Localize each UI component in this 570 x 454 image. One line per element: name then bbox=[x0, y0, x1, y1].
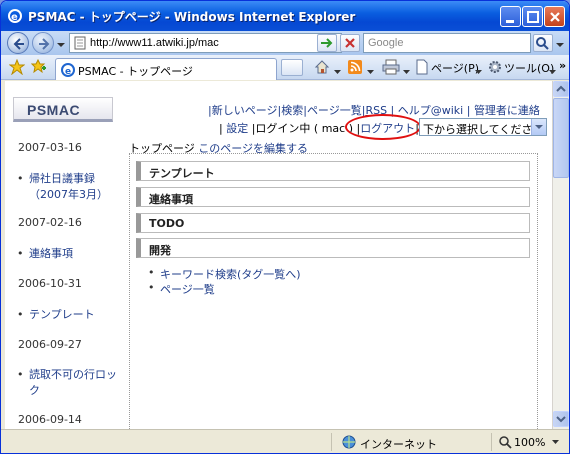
section-title: テンプレート bbox=[149, 167, 215, 180]
section-header[interactable]: 開発 bbox=[136, 238, 530, 258]
address-url[interactable]: http://www11.atwiki.jp/mac bbox=[90, 37, 219, 49]
page-menu[interactable]: ページ(P) bbox=[431, 60, 479, 76]
command-bar: e PSMAC - トップページ ページ(P) ツール(O) » bbox=[1, 55, 569, 80]
sidebar-date: 2006-09-27 bbox=[18, 338, 82, 351]
stop-button[interactable] bbox=[340, 34, 360, 52]
print-icon[interactable] bbox=[382, 59, 400, 78]
zone-status: インターネット bbox=[331, 433, 491, 451]
window-title: PSMAC - トップページ - Windows Internet Explor… bbox=[28, 10, 356, 24]
status-bar: インターネット 100% bbox=[1, 429, 569, 453]
select-chevron-down-icon[interactable] bbox=[531, 119, 546, 135]
ie-icon: e bbox=[7, 8, 23, 24]
home-dropdown-icon[interactable] bbox=[334, 65, 341, 78]
minimize-button[interactable] bbox=[500, 6, 521, 27]
page-icon bbox=[74, 36, 86, 50]
sidebar-date: 2007-03-16 bbox=[18, 141, 82, 154]
sidebar-date: 2007-02-16 bbox=[18, 216, 82, 229]
search-placeholder: Google bbox=[368, 37, 404, 49]
sidebar-date: 2006-10-31 bbox=[18, 277, 82, 290]
scroll-thumb[interactable] bbox=[553, 98, 569, 178]
nav-help[interactable]: ヘルプ@wiki bbox=[398, 104, 463, 117]
tools-gear-icon[interactable] bbox=[487, 59, 503, 78]
tab-page-icon: e bbox=[61, 63, 75, 77]
sidebar-link[interactable]: テンプレート bbox=[17, 307, 95, 323]
sidebar-link[interactable]: 帰社日議事録（2007年3月） bbox=[17, 171, 117, 203]
section-header[interactable]: 連絡事項 bbox=[136, 187, 530, 207]
vertical-scrollbar[interactable] bbox=[552, 81, 569, 429]
zoom-control[interactable]: 100% bbox=[491, 433, 567, 451]
zoom-icon bbox=[499, 436, 512, 449]
svg-text:e: e bbox=[11, 12, 18, 23]
scroll-down-button[interactable] bbox=[553, 411, 569, 427]
browser-tab[interactable]: e PSMAC - トップページ bbox=[55, 58, 277, 80]
search-input[interactable]: Google bbox=[363, 33, 531, 53]
globe-icon bbox=[342, 435, 356, 449]
maximize-button[interactable] bbox=[522, 6, 543, 27]
page-viewport: PSMAC |新しいページ|検索|ページ一覧|RSS | ヘルプ@wiki | … bbox=[5, 81, 552, 429]
search-button[interactable] bbox=[533, 34, 553, 52]
zoom-dropdown-icon[interactable] bbox=[552, 440, 559, 445]
tools-menu[interactable]: ツール(O) bbox=[504, 60, 554, 76]
site-logo-text: PSMAC bbox=[27, 102, 81, 118]
zoom-level: 100% bbox=[514, 436, 546, 449]
svg-text:e: e bbox=[65, 67, 71, 77]
dev-link[interactable]: キーワード検索(タグ一覧へ) bbox=[148, 266, 301, 282]
settings-link[interactable]: 設定 bbox=[226, 122, 248, 135]
dev-link[interactable]: ページ一覧 bbox=[148, 281, 215, 297]
print-dropdown-icon[interactable] bbox=[403, 65, 410, 78]
section-title: TODO bbox=[149, 217, 185, 230]
scroll-up-button[interactable] bbox=[553, 81, 569, 97]
forward-button[interactable] bbox=[32, 32, 54, 54]
page-menu-dropdown-icon[interactable] bbox=[475, 65, 482, 78]
page-menu-icon[interactable] bbox=[415, 59, 429, 78]
new-tab-button[interactable] bbox=[281, 59, 303, 76]
zone-text: インターネット bbox=[360, 438, 437, 451]
rss-dropdown-icon[interactable] bbox=[367, 65, 374, 78]
favorites-star-icon[interactable] bbox=[8, 58, 26, 78]
logout-highlight-annotation bbox=[345, 114, 421, 140]
back-button[interactable] bbox=[7, 32, 29, 54]
select-value: 下から選択してください bbox=[423, 123, 544, 136]
section-header[interactable]: TODO bbox=[136, 213, 530, 233]
rss-icon[interactable] bbox=[347, 59, 363, 78]
title-bar: e PSMAC - トップページ - Windows Internet Expl… bbox=[1, 1, 569, 31]
search-options-icon[interactable] bbox=[556, 39, 564, 52]
page-select-dropdown[interactable]: 下から選択してください bbox=[419, 118, 547, 136]
tools-dropdown-icon[interactable] bbox=[549, 65, 556, 78]
site-logo[interactable]: PSMAC bbox=[13, 97, 113, 122]
add-favorites-icon[interactable] bbox=[30, 58, 47, 78]
nav-contact-admin[interactable]: 管理者に連絡 bbox=[474, 104, 540, 117]
chevron-more-icon[interactable]: » bbox=[559, 59, 566, 72]
go-button[interactable] bbox=[317, 34, 337, 52]
home-icon[interactable] bbox=[314, 59, 330, 78]
history-dropdown-icon[interactable] bbox=[57, 39, 65, 52]
sidebar-link[interactable]: 読取不可の行ロック bbox=[17, 367, 119, 399]
close-button[interactable] bbox=[544, 6, 565, 27]
section-title: 開発 bbox=[149, 244, 171, 257]
login-status: ログイン中 ( mac ) bbox=[255, 122, 353, 135]
sidebar-link[interactable]: 連絡事項 bbox=[17, 246, 73, 262]
section-title: 連絡事項 bbox=[149, 193, 193, 206]
nav-search[interactable]: 検索 bbox=[281, 104, 303, 117]
browser-window: e PSMAC - トップページ - Windows Internet Expl… bbox=[0, 0, 570, 454]
nav-page-list[interactable]: ページ一覧 bbox=[307, 104, 362, 117]
navigation-bar: http://www11.atwiki.jp/mac Google bbox=[1, 31, 569, 55]
nav-new-page[interactable]: 新しいページ bbox=[212, 104, 278, 117]
tab-title: PSMAC - トップページ bbox=[78, 65, 193, 78]
main-content: テンプレート 連絡事項 TODO 開発 キーワード検索(タグ一覧へ) ページ一覧 bbox=[129, 153, 538, 429]
section-header[interactable]: テンプレート bbox=[136, 161, 530, 181]
sidebar-date: 2006-09-14 bbox=[18, 413, 82, 426]
address-bar[interactable]: http://www11.atwiki.jp/mac bbox=[69, 33, 342, 53]
